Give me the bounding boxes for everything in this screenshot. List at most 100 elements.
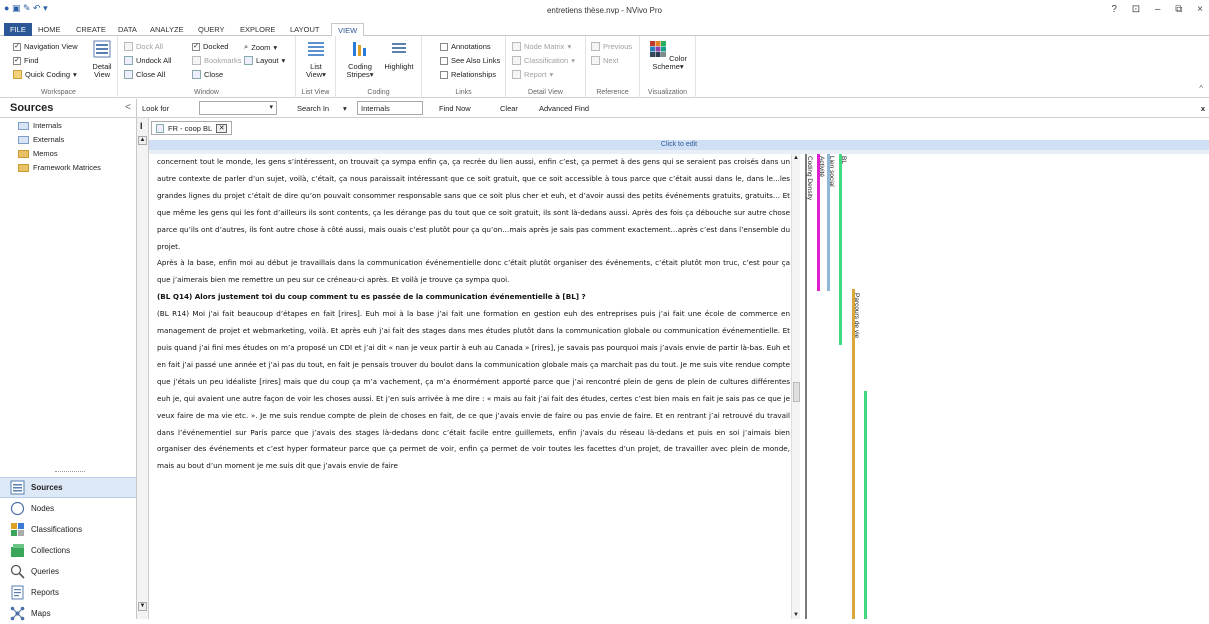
- quick-coding-toggle[interactable]: Quick Coding ▾: [13, 70, 77, 79]
- search-in-button[interactable]: Search In: [297, 104, 329, 113]
- group-label: Detail View: [528, 89, 563, 96]
- dock-all-button[interactable]: Dock All: [124, 42, 163, 51]
- group-label: Reference: [596, 89, 629, 96]
- checkbox-checked-icon: ✓: [13, 56, 21, 65]
- tab-explore[interactable]: EXPLORE: [234, 23, 281, 36]
- tree-label: Framework Matrices: [33, 163, 101, 172]
- checkbox-checked-icon: ✓: [13, 42, 21, 51]
- group-workspace: ✓ Navigation View ✓ Find Quick Coding ▾ Det…: [0, 36, 118, 98]
- scroll-up-icon[interactable]: ▲: [793, 155, 799, 161]
- help-icon[interactable]: ?: [1111, 4, 1117, 15]
- nav-button-label: Reports: [31, 588, 60, 597]
- scroll-down-icon[interactable]: ▼: [793, 612, 799, 618]
- detail-view-button[interactable]: Detail View: [88, 40, 116, 79]
- scroll-up-icon[interactable]: ▲: [138, 136, 147, 145]
- tab-query[interactable]: QUERY: [192, 23, 231, 36]
- tab-view[interactable]: VIEW: [331, 23, 365, 37]
- tab-home[interactable]: HOME: [32, 23, 67, 36]
- clear-button[interactable]: Clear: [500, 104, 518, 113]
- find-now-button[interactable]: Find Now: [439, 104, 471, 113]
- coding-stripe[interactable]: [852, 288, 855, 619]
- minimize-icon[interactable]: –: [1155, 4, 1161, 15]
- search-in-input[interactable]: Internals: [357, 101, 423, 115]
- paragraph: (BL R14) Moi j’ai fait beaucoup d’étapes…: [157, 309, 790, 471]
- advanced-find-button[interactable]: Advanced Find: [539, 104, 589, 113]
- report-icon: [512, 70, 521, 79]
- nav-button-reports[interactable]: Reports: [0, 582, 136, 603]
- tree-item-framework-matrices[interactable]: Framework Matrices: [18, 163, 101, 172]
- tree-label: Internals: [33, 121, 62, 130]
- chevron-left-icon[interactable]: <: [125, 102, 131, 113]
- coding-stripe-label: Parcours de vie: [853, 292, 860, 339]
- nav-button-label: Classifications: [31, 525, 83, 534]
- tab-analyze[interactable]: ANALYZE: [144, 23, 190, 36]
- tree-label: Memos: [33, 149, 58, 158]
- close-tab-icon[interactable]: ✕: [216, 123, 228, 133]
- color-scheme-button[interactable]: Color Scheme▾: [646, 40, 690, 71]
- document-scrollbar[interactable]: ▲ ▼: [791, 154, 800, 619]
- splitter-handle[interactable]: [55, 471, 85, 472]
- question-paragraph: (BL Q14) Alors justement toi du coup com…: [157, 292, 586, 302]
- tab-file[interactable]: FILE: [4, 23, 32, 36]
- chevron-down-icon: ▾: [273, 42, 278, 52]
- chevron-down-icon[interactable]: ▾: [269, 103, 273, 111]
- previous-button[interactable]: Previous: [591, 42, 632, 51]
- coding-stripe[interactable]: [839, 154, 842, 345]
- node-matrix-icon: [512, 42, 521, 51]
- zoom-button[interactable]: ⌕ Zoom ▾: [244, 42, 277, 52]
- relationships-toggle[interactable]: Relationships: [440, 70, 496, 79]
- node-matrix-button[interactable]: Node Matrix ▾: [512, 42, 571, 51]
- window-controls[interactable]: ? ⊡ – ⧉ ×: [1111, 4, 1203, 15]
- nav-button-queries[interactable]: Queries: [0, 561, 136, 582]
- find-toggle[interactable]: ✓ Find: [13, 56, 39, 65]
- look-for-input[interactable]: ▾: [199, 101, 277, 115]
- tab-data[interactable]: DATA: [112, 23, 143, 36]
- document-text[interactable]: concernent tout le monde, les gens s’int…: [157, 154, 790, 619]
- coding-stripe-label: Lien social: [828, 156, 835, 187]
- close-button[interactable]: Close: [192, 70, 223, 79]
- nav-button-maps[interactable]: Maps: [0, 603, 136, 624]
- ribbon: ✓ Navigation View ✓ Find Quick Coding ▾ Det…: [0, 36, 1209, 98]
- tab-layout[interactable]: LAYOUT: [284, 23, 325, 36]
- tree-item-internals[interactable]: Internals: [18, 121, 62, 130]
- nav-header: Sources <: [0, 99, 137, 118]
- coding-stripes-button[interactable]: Coding Stripes▾: [342, 40, 378, 79]
- next-button[interactable]: Next: [591, 56, 618, 65]
- list-view-button[interactable]: List View▾: [302, 40, 330, 79]
- report-button[interactable]: Report ▾: [512, 70, 553, 79]
- layout-label: Layout: [256, 56, 279, 65]
- collapse-ribbon-icon[interactable]: ^: [1199, 84, 1203, 93]
- nodes-icon: [10, 501, 25, 516]
- chevron-down-icon[interactable]: ▾: [343, 104, 347, 113]
- folder-icon: [18, 135, 29, 144]
- document-left-strip: I ▲ ▼: [137, 118, 149, 619]
- nav-button-classifications[interactable]: Classifications: [0, 519, 136, 540]
- navigation-view-toggle[interactable]: ✓ Navigation View: [13, 42, 78, 51]
- close-icon[interactable]: ×: [1197, 4, 1203, 15]
- layout-button[interactable]: Layout ▾: [244, 56, 285, 65]
- coding-stripe[interactable]: [864, 391, 867, 619]
- docked-toggle[interactable]: ✓ Docked: [192, 42, 228, 51]
- ribbon-display-icon[interactable]: ⊡: [1132, 4, 1140, 15]
- nav-button-nodes[interactable]: Nodes: [0, 498, 136, 519]
- tree-item-memos[interactable]: Memos: [18, 149, 58, 158]
- restore-icon[interactable]: ⧉: [1175, 4, 1182, 15]
- tree-item-externals[interactable]: Externals: [18, 135, 64, 144]
- scrollbar-thumb[interactable]: [793, 382, 800, 402]
- document-tab[interactable]: FR - coop BL ✕: [151, 121, 233, 135]
- click-to-edit-bar[interactable]: Click to edit: [149, 140, 1209, 150]
- undock-all-button[interactable]: Undock All: [124, 56, 171, 65]
- close-find-bar-icon[interactable]: x: [1201, 104, 1205, 113]
- annotations-toggle[interactable]: Annotations: [440, 42, 491, 51]
- nav-button-collections[interactable]: Collections: [0, 540, 136, 561]
- scroll-down-icon[interactable]: ▼: [138, 602, 147, 611]
- nav-button-sources[interactable]: Sources: [0, 477, 136, 498]
- close-all-button[interactable]: Close All: [124, 70, 165, 79]
- highlight-button[interactable]: Highlight: [380, 40, 418, 71]
- coding-stripe[interactable]: [805, 154, 807, 619]
- bookmarks-button[interactable]: Bookmarks: [192, 56, 242, 65]
- classification-button[interactable]: Classification ▾: [512, 56, 575, 65]
- see-also-links-toggle[interactable]: See Also Links: [440, 56, 500, 65]
- tab-create[interactable]: CREATE: [70, 23, 112, 36]
- classifications-icon: [11, 523, 24, 536]
